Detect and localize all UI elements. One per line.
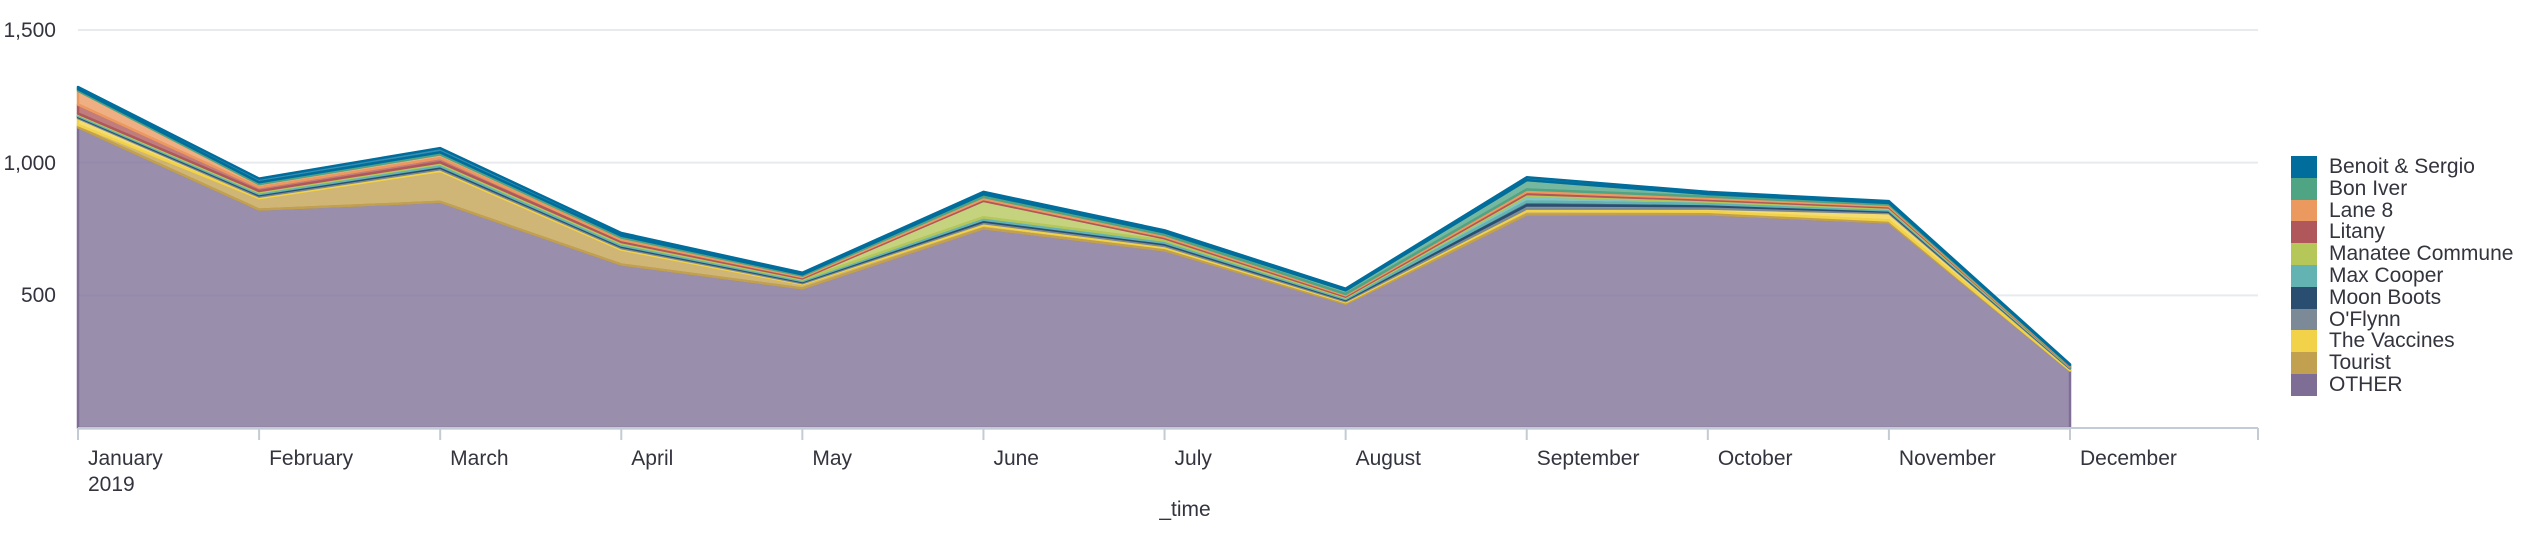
axis-ticks — [77, 428, 2259, 440]
y-axis-tick-label: 500 — [20, 284, 56, 308]
legend-color-swatch — [2291, 156, 2317, 178]
legend-color-swatch — [2291, 199, 2317, 222]
legend-label: Max Cooper — [2329, 263, 2444, 287]
legend-label: The Vaccines — [2329, 329, 2455, 353]
legend-item[interactable]: Manatee Commune — [2291, 243, 2513, 265]
legend-label: Moon Boots — [2329, 285, 2442, 309]
legend-item[interactable]: Tourist — [2291, 352, 2513, 374]
legend-item[interactable]: Benoit & Sergio — [2291, 156, 2513, 178]
legend-item[interactable]: Moon Boots — [2291, 285, 2513, 309]
legend-color-swatch — [2291, 352, 2317, 374]
x-axis-tick-label: August — [1355, 447, 1422, 470]
x-axis-tick-label: November — [1898, 447, 1996, 470]
legend-item[interactable]: Lane 8 — [2291, 198, 2513, 222]
legend-label: Lane 8 — [2329, 198, 2394, 222]
y-axis-tick-label: 1,500 — [3, 19, 56, 42]
x-axis-tick-label: July — [1174, 447, 1212, 470]
legend-label: OTHER — [2329, 372, 2403, 396]
legend-item[interactable]: O'Flynn — [2291, 307, 2513, 331]
legend-label: Benoit & Sergio — [2329, 155, 2475, 178]
x-axis-tick-label: September — [1536, 447, 1640, 470]
y-axis-tick-label: 1,000 — [3, 151, 56, 175]
legend-label: O'Flynn — [2329, 307, 2401, 331]
legend-label: Litany — [2329, 220, 2386, 244]
legend-color-swatch — [2291, 308, 2317, 331]
x-axis-tick-label: January 2019 — [88, 446, 163, 499]
legend-label: Manatee Commune — [2329, 242, 2514, 266]
legend-item[interactable]: The Vaccines — [2291, 329, 2513, 353]
stacked-area-chart: 500 1,000 1,500 January 2019 February March Ap… — [0, 0, 2528, 536]
x-axis-tick-label: May — [812, 447, 853, 470]
legend-label: Tourist — [2329, 351, 2391, 375]
legend-color-swatch — [2291, 373, 2317, 396]
legend-item[interactable]: OTHER — [2291, 374, 2513, 396]
x-axis-tick-label: October — [1717, 447, 1793, 470]
legend-color-swatch — [2291, 221, 2317, 244]
legend-item[interactable]: Bon Iver — [2291, 176, 2513, 200]
x-axis-tick-label: February — [269, 447, 354, 470]
legend-color-swatch — [2291, 177, 2317, 200]
legend-item[interactable]: Max Cooper — [2291, 265, 2513, 287]
legend-color-swatch — [2291, 330, 2317, 353]
chart-legend[interactable]: Benoit & Sergio Bon Iver Lane 8 Litany Manat… — [2291, 156, 2513, 396]
legend-color-swatch — [2291, 264, 2317, 287]
legend-color-swatch — [2291, 243, 2317, 265]
x-axis-tick-label: March — [450, 447, 509, 470]
legend-label: Bon Iver — [2329, 176, 2408, 200]
x-axis-title: _time — [1159, 498, 1211, 521]
legend-item[interactable]: Litany — [2291, 220, 2513, 244]
area-series-group[interactable] — [76, 85, 2072, 430]
x-axis-tick-label: April — [631, 447, 674, 470]
x-axis-tick-label: December — [2080, 447, 2177, 470]
x-axis-year-label: 2019 — [88, 473, 135, 497]
x-axis-tick-label: June — [993, 447, 1039, 470]
legend-color-swatch — [2291, 286, 2317, 309]
